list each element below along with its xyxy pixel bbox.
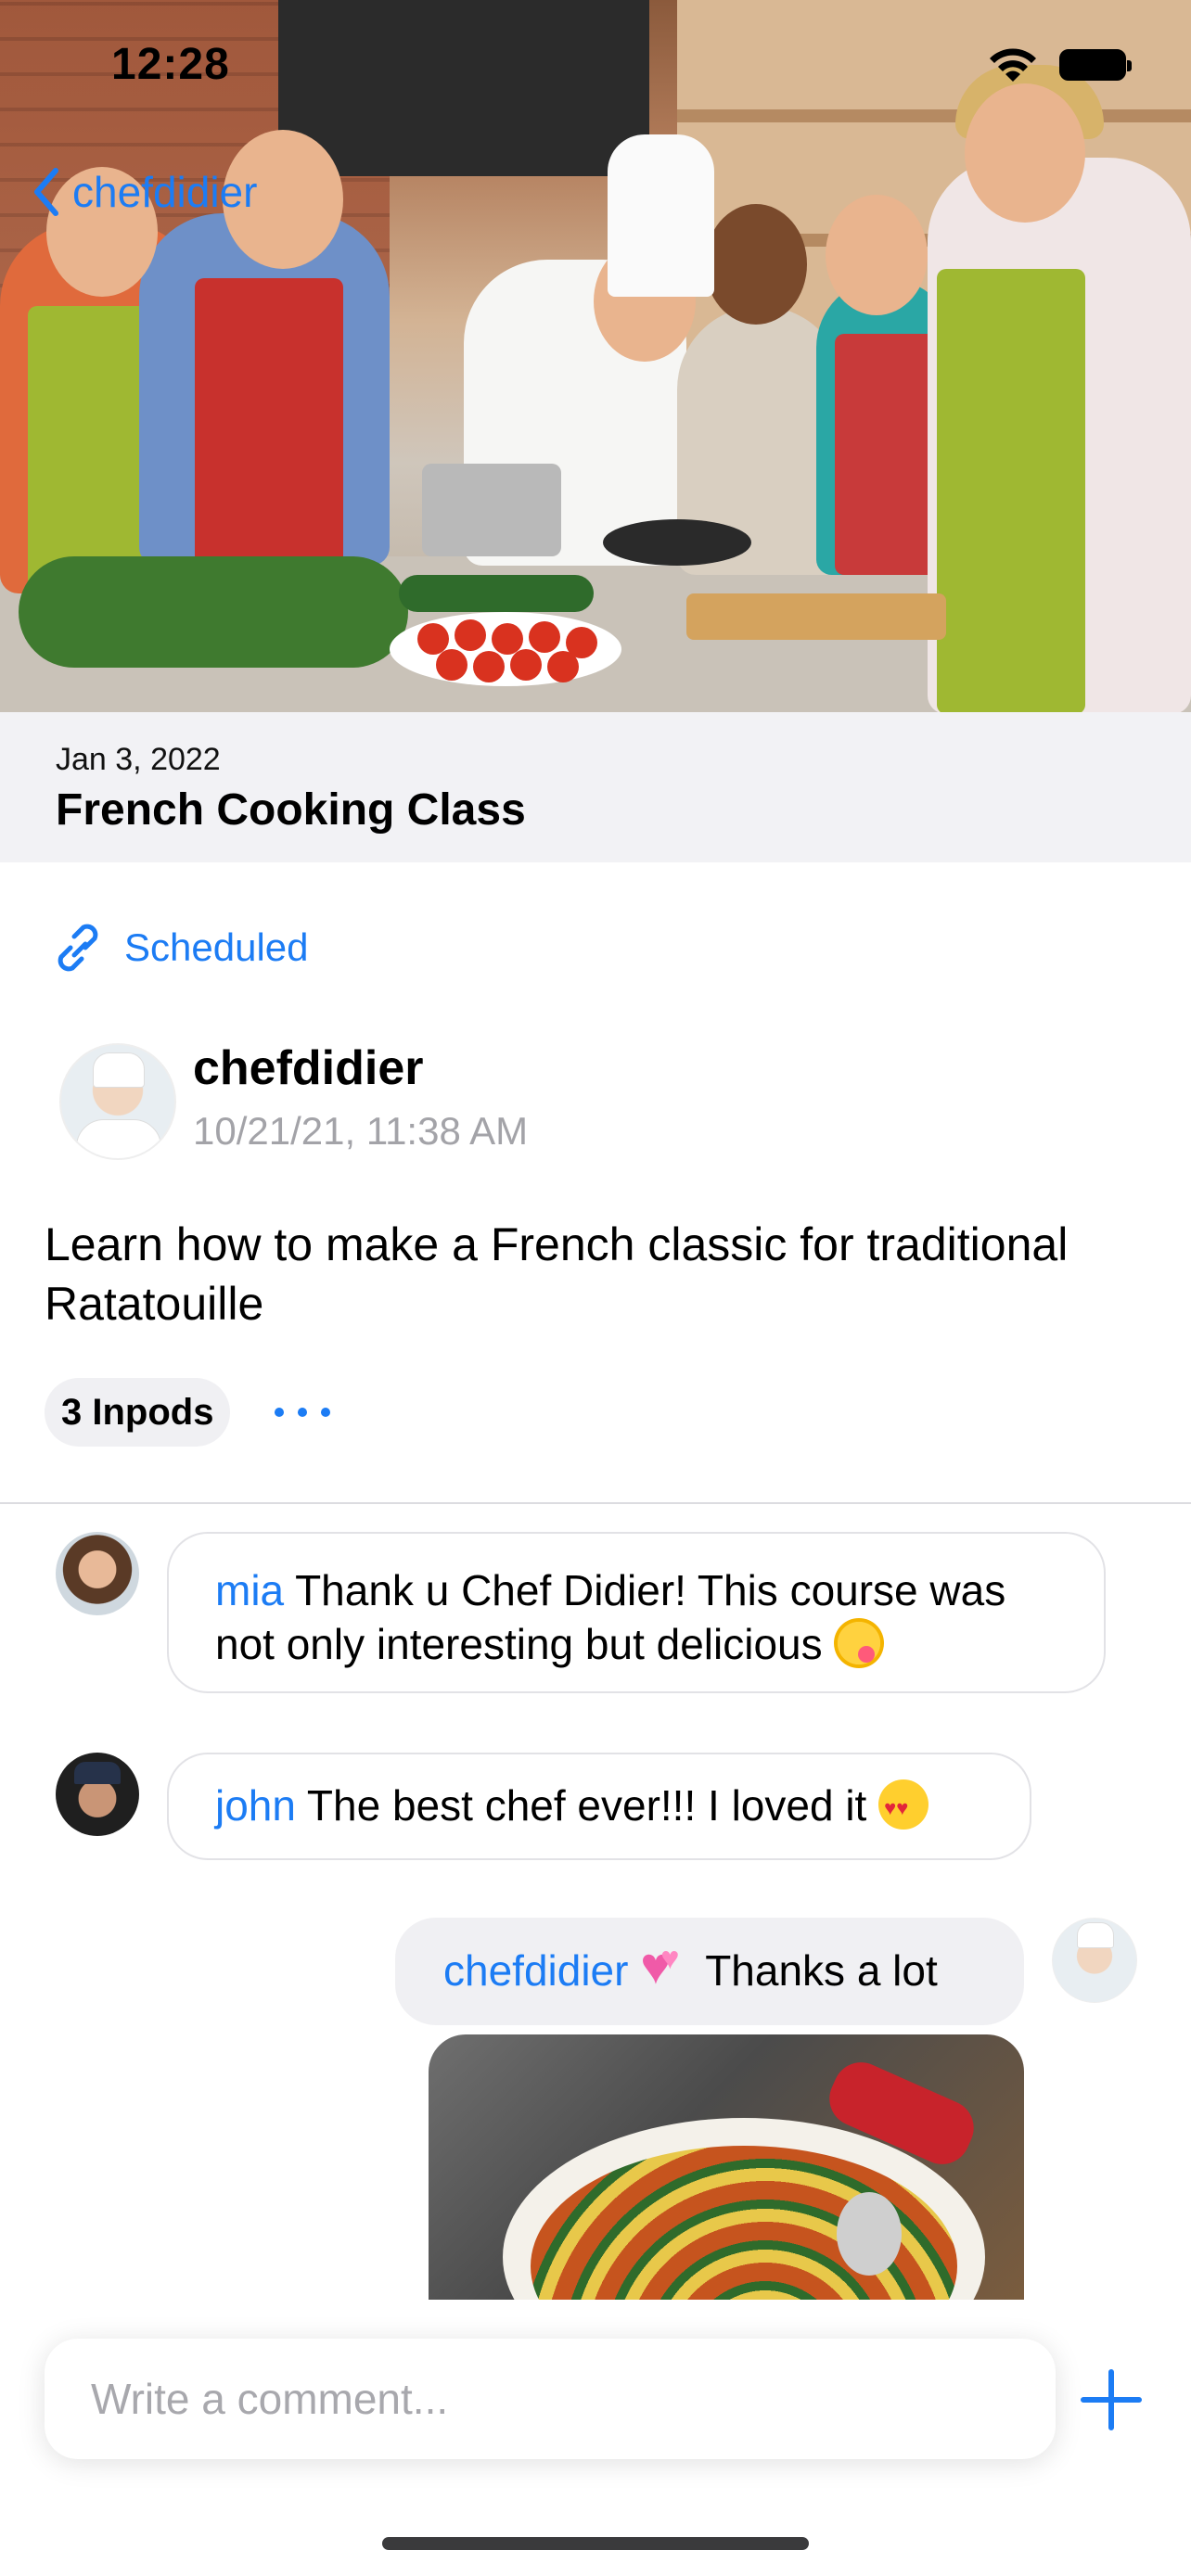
comment-photo-ratatouille[interactable] <box>429 2034 1024 2300</box>
comment-username[interactable]: chefdidier <box>443 1946 628 1995</box>
comment-bubble-own: chefdidier Thanks a lot <box>395 1918 1024 2025</box>
back-button-label: chefdidier <box>72 168 258 216</box>
dot-icon <box>275 1408 284 1417</box>
event-title: French Cooking Class <box>56 785 526 835</box>
commenter-avatar-mia[interactable] <box>56 1532 139 1615</box>
comment-text: The best chef ever!!! I loved it <box>306 1781 867 1830</box>
wifi-icon <box>990 48 1036 82</box>
scheduled-label: Scheduled <box>124 925 309 969</box>
post-timestamp: 10/21/21, 11:38 AM <box>193 1109 529 1153</box>
event-date: Jan 3, 2022 <box>56 742 221 777</box>
author-avatar[interactable] <box>59 1043 176 1160</box>
comment-bubble: john The best chef ever!!! I loved it <box>167 1753 1031 1860</box>
post-detail-screen: 12:28 chefdidier Jan 3, 2022 French Cook… <box>0 0 1191 2576</box>
commenter-avatar-john[interactable] <box>56 1753 139 1836</box>
home-indicator[interactable] <box>382 2537 809 2550</box>
status-icons <box>987 46 1132 83</box>
back-button[interactable]: chefdidier <box>30 165 257 219</box>
dot-icon <box>321 1408 330 1417</box>
status-time: 12:28 <box>111 40 230 89</box>
event-cover-image <box>0 0 1191 712</box>
inpods-chip[interactable]: 3 Inpods <box>45 1378 231 1447</box>
comment-input[interactable] <box>45 2339 1056 2459</box>
comment-text: Thanks a lot <box>705 1946 938 1995</box>
chevron-left-icon <box>34 168 58 216</box>
commenter-avatar-chefdidier[interactable] <box>1052 1918 1137 2003</box>
sparkling-heart-emoji-icon <box>640 1932 694 1995</box>
author-name[interactable]: chefdidier <box>193 1040 424 1096</box>
dot-icon <box>298 1408 307 1417</box>
comment-username[interactable]: mia <box>215 1566 284 1614</box>
divider <box>0 1502 1191 1504</box>
more-options-button[interactable] <box>275 1391 330 1434</box>
scheduled-link[interactable]: Scheduled <box>48 918 309 977</box>
link-icon <box>58 924 98 972</box>
post-description: Learn how to make a French classic for t… <box>45 1218 1069 1330</box>
yum-emoji-icon <box>834 1618 885 1668</box>
plus-icon[interactable] <box>1076 2365 1146 2435</box>
comment-text: Thank u Chef Didier! This course was not… <box>215 1566 1006 1668</box>
comment-bubble: mia Thank u Chef Didier! This course was… <box>167 1532 1106 1693</box>
heart-eyes-emoji-icon <box>878 1779 929 1835</box>
comment-username[interactable]: john <box>215 1781 296 1830</box>
event-header: Jan 3, 2022 French Cooking Class <box>0 712 1191 862</box>
battery-icon <box>1059 49 1132 81</box>
